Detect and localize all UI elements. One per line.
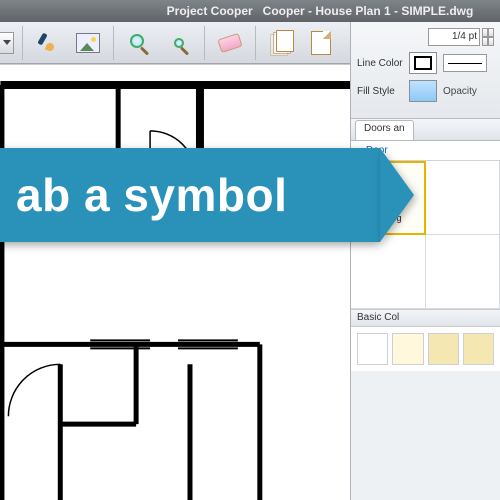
opacity-label: Opacity <box>443 86 477 97</box>
library-tab-doors[interactable]: Doors an <box>355 120 414 140</box>
chevron-up-icon <box>487 28 489 37</box>
chevron-down-icon <box>487 37 489 46</box>
floor-plan-drawing <box>0 65 368 500</box>
chevron-down-icon <box>3 40 11 45</box>
line-color-label: Line Color <box>357 58 403 69</box>
separator <box>255 26 256 60</box>
zoom-out-button[interactable] <box>162 26 196 60</box>
window-filename: Cooper - House Plan 1 - SIMPLE.dwg <box>263 4 474 18</box>
right-panel: 1/4 pt Line Color Fill Style Opacity <box>350 22 500 500</box>
image-tool-button[interactable] <box>71 26 105 60</box>
zoom-control[interactable]: 228% <box>0 32 14 54</box>
properties-panel: 1/4 pt Line Color Fill Style Opacity <box>350 22 500 119</box>
zoom-dropdown[interactable] <box>0 32 14 54</box>
colors-section-header[interactable]: Basic Col <box>351 309 500 327</box>
titlebar: Project Cooper Cooper - House Plan 1 - S… <box>0 0 500 22</box>
photo-icon <box>76 33 100 53</box>
step-down-button[interactable] <box>482 37 494 46</box>
color-swatch-grid <box>351 327 500 371</box>
brush-icon <box>36 31 60 55</box>
library-item[interactable] <box>426 161 500 235</box>
library-tabbar: Doors an <box>351 119 500 141</box>
stroke-weight-stepper[interactable] <box>482 28 494 46</box>
color-swatch[interactable] <box>428 333 459 365</box>
magnifier-small-icon <box>168 32 190 54</box>
stroke-style-preview[interactable] <box>443 54 487 72</box>
tutorial-callout-text: ab a symbol <box>16 168 287 222</box>
eraser-icon <box>217 32 242 52</box>
fill-style-label: Fill Style <box>357 86 403 97</box>
color-swatch[interactable] <box>392 333 423 365</box>
color-swatch[interactable] <box>463 333 494 365</box>
zoom-in-button[interactable] <box>122 26 156 60</box>
library-item[interactable] <box>351 235 426 309</box>
clipboard-stack-icon <box>270 30 292 56</box>
project-name: Project Cooper <box>167 4 253 18</box>
drawing-canvas[interactable] <box>0 64 368 500</box>
clipboard-button[interactable] <box>264 26 298 60</box>
copy-page-button[interactable] <box>304 26 338 60</box>
stroke-weight-input[interactable]: 1/4 pt <box>428 28 480 46</box>
magnifier-icon <box>128 32 150 54</box>
stroke-weight-control[interactable]: 1/4 pt <box>428 28 494 46</box>
fill-style-swatch[interactable] <box>409 80 437 102</box>
library-item[interactable] <box>426 235 500 309</box>
step-up-button[interactable] <box>482 28 494 37</box>
tutorial-callout: ab a symbol <box>0 148 380 242</box>
separator <box>22 26 23 60</box>
line-color-swatch[interactable] <box>409 52 437 74</box>
separator <box>204 26 205 60</box>
color-swatch[interactable] <box>357 333 388 365</box>
brush-tool-button[interactable] <box>31 26 65 60</box>
page-copy-icon <box>311 31 331 55</box>
eraser-tool-button[interactable] <box>213 26 247 60</box>
separator <box>113 26 114 60</box>
